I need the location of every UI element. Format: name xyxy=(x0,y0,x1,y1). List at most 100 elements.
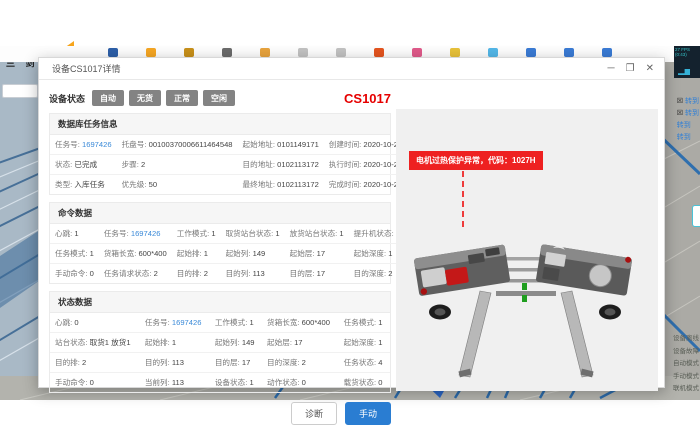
legend-item: 手动模式 xyxy=(673,370,699,380)
table-row: 任务号: 1697426托盘号: 00100370006611464548起始地… xyxy=(50,135,439,155)
window-controls: ─ ❐ ✕ xyxy=(608,64,654,74)
building-icon[interactable] xyxy=(602,48,612,57)
goto-link[interactable]: 转到 xyxy=(677,132,699,142)
panel-icon[interactable] xyxy=(298,48,308,57)
forklift-icon[interactable] xyxy=(222,48,232,57)
table-row: 心跳: 0任务号: 1697426工作模式: 1货箱长宽: 600*400任务模… xyxy=(50,313,390,333)
table-cell: 目的列: 113 xyxy=(221,264,285,284)
section-title: 命令数据 xyxy=(50,203,390,224)
table-row: 手动命令: 0当前列: 113设备状态: 1动作状态: 0载货状态: 0 xyxy=(50,373,390,393)
table-cell: 托盘号: 00100370006611464548 xyxy=(117,135,238,155)
table-row: 状态: 已完成步骤: 2目的地址: 0102113172执行时间: 2020-1… xyxy=(50,155,439,175)
command-data-section: 命令数据 心跳: 1任务号: 1697426工作模式: 1取货站台状态: 1放货… xyxy=(49,202,391,284)
table-row: 站台状态: 取货1 放货1起始排: 1起始列: 149起始层: 17起始深度: … xyxy=(50,333,390,353)
cell-label: 起始层: xyxy=(290,249,317,258)
fps-monitor: 27 FPS (0:43) xyxy=(674,46,700,78)
table-row: 目的排: 2目的列: 113目的层: 17目的深度: 2任务状态: 4 xyxy=(50,353,390,373)
cart-icon[interactable] xyxy=(184,48,194,57)
goto-link-list: ☒转到☒转到转到转到 xyxy=(677,96,699,142)
table-cell: 起始排: 1 xyxy=(140,333,210,353)
worker-icon[interactable] xyxy=(260,48,270,57)
table-cell: 状态: 已完成 xyxy=(50,155,117,175)
section-title: 数据库任务信息 xyxy=(50,114,390,135)
db-task-info-section: 数据库任务信息 任务号: 1697426托盘号: 001003700066114… xyxy=(49,113,391,195)
status-badge: 无货 xyxy=(129,90,161,106)
cell-label: 起始深度: xyxy=(344,338,379,347)
task-number-link[interactable]: 1697426 xyxy=(131,229,161,238)
cell-label: 完成时间: xyxy=(329,180,364,189)
search-input[interactable] xyxy=(2,84,38,98)
minimize-icon[interactable]: ─ xyxy=(608,64,615,74)
checkbox-icon[interactable]: ☒ xyxy=(677,97,683,105)
alarm-icon[interactable] xyxy=(374,48,384,57)
cell-value: 1 xyxy=(211,229,215,238)
table-cell: 最终地址: 0102113172 xyxy=(238,175,324,195)
cell-value: 2 xyxy=(388,269,392,278)
dialog-titlebar: 设备CS1017详情 ─ ❐ ✕ xyxy=(39,58,664,80)
cell-label: 起始层: xyxy=(267,338,294,347)
status-badge: 空闲 xyxy=(203,90,235,106)
cell-value: 4 xyxy=(378,358,382,367)
checkbox-icon[interactable]: ☒ xyxy=(677,109,683,117)
panel-icon[interactable] xyxy=(336,48,346,57)
monitor-icon[interactable] xyxy=(108,48,118,57)
cell-label: 货箱长宽: xyxy=(267,318,302,327)
flag-icon[interactable] xyxy=(412,48,422,57)
cell-value: 0102113172 xyxy=(277,180,319,189)
device-code: CS1017 xyxy=(344,91,391,106)
building-icon[interactable] xyxy=(564,48,574,57)
maximize-icon[interactable]: ❐ xyxy=(626,64,635,74)
task-number-link[interactable]: 1697426 xyxy=(172,318,202,327)
cell-value: 600*400 xyxy=(302,318,330,327)
device-3d-render xyxy=(404,215,648,385)
cell-label: 托盘号: xyxy=(122,140,149,149)
package-icon[interactable] xyxy=(450,48,460,57)
cell-value: 1 xyxy=(74,229,78,238)
cell-value: 149 xyxy=(242,338,255,347)
cell-label: 手动命令: xyxy=(55,269,90,278)
ring-icon[interactable] xyxy=(146,48,156,57)
manual-button[interactable]: 手动 xyxy=(345,402,391,425)
cell-value: 0 xyxy=(74,318,78,327)
table-cell: 任务状态: 4 xyxy=(339,353,390,373)
goto-link[interactable]: ☒转到 xyxy=(677,108,699,118)
cell-value: 113 xyxy=(172,358,184,367)
cell-label: 放货站台状态: xyxy=(290,229,340,238)
table-cell: 心跳: 0 xyxy=(50,313,140,333)
cell-label: 提升机状态: xyxy=(354,229,396,238)
detail-left-column: 设备状态 自动无货正常空闲 CS1017 数据库任务信息 任务号: 169742… xyxy=(49,87,391,425)
cell-value: 113 xyxy=(172,378,184,387)
cell-label: 站台状态: xyxy=(55,338,90,347)
cell-label: 创建时间: xyxy=(329,140,364,149)
close-icon[interactable]: ✕ xyxy=(646,64,654,74)
cell-label: 目的层: xyxy=(290,269,317,278)
cell-label: 起始列: xyxy=(226,249,253,258)
fps-label: 27 FPS (0:43) xyxy=(675,47,690,57)
diagnose-button[interactable]: 诊断 xyxy=(291,402,337,425)
cell-label: 执行时间: xyxy=(329,160,364,169)
cell-value: 1 xyxy=(249,378,253,387)
table-cell: 手动命令: 0 xyxy=(50,264,99,284)
chart-icon[interactable] xyxy=(488,48,498,57)
cell-value: 1 xyxy=(90,249,94,258)
cell-label: 目的排: xyxy=(55,358,82,367)
cell-label: 起始排: xyxy=(177,249,204,258)
goto-link[interactable]: 转到 xyxy=(677,120,699,130)
table-row: 类型: 入库任务优先级: 50最终地址: 0102113172完成时间: 202… xyxy=(50,175,439,195)
building-icon[interactable] xyxy=(526,48,536,57)
screen: BlueSword 兰 剑 27 FPS (0:43) ☒转到☒转到转到转到 设… xyxy=(0,0,700,440)
section-title: 状态数据 xyxy=(50,292,390,313)
cell-value: 113 xyxy=(253,269,265,278)
table-cell: 目的层: 17 xyxy=(285,264,349,284)
map-tooltip-sliver xyxy=(692,205,700,227)
cell-label: 起始深度: xyxy=(354,249,389,258)
table-cell: 起始深度: 1 xyxy=(339,333,390,353)
table-row: 任务模式: 1货箱长宽: 600*400起始排: 1起始列: 149起始层: 1… xyxy=(50,244,405,264)
cell-label: 目的排: xyxy=(177,269,204,278)
cell-label: 起始列: xyxy=(215,338,242,347)
task-number-link[interactable]: 1697426 xyxy=(82,140,112,149)
cell-value: 1 xyxy=(249,318,253,327)
cell-label: 类型: xyxy=(55,180,74,189)
cell-label: 目的列: xyxy=(226,269,253,278)
goto-link[interactable]: ☒转到 xyxy=(677,96,699,106)
